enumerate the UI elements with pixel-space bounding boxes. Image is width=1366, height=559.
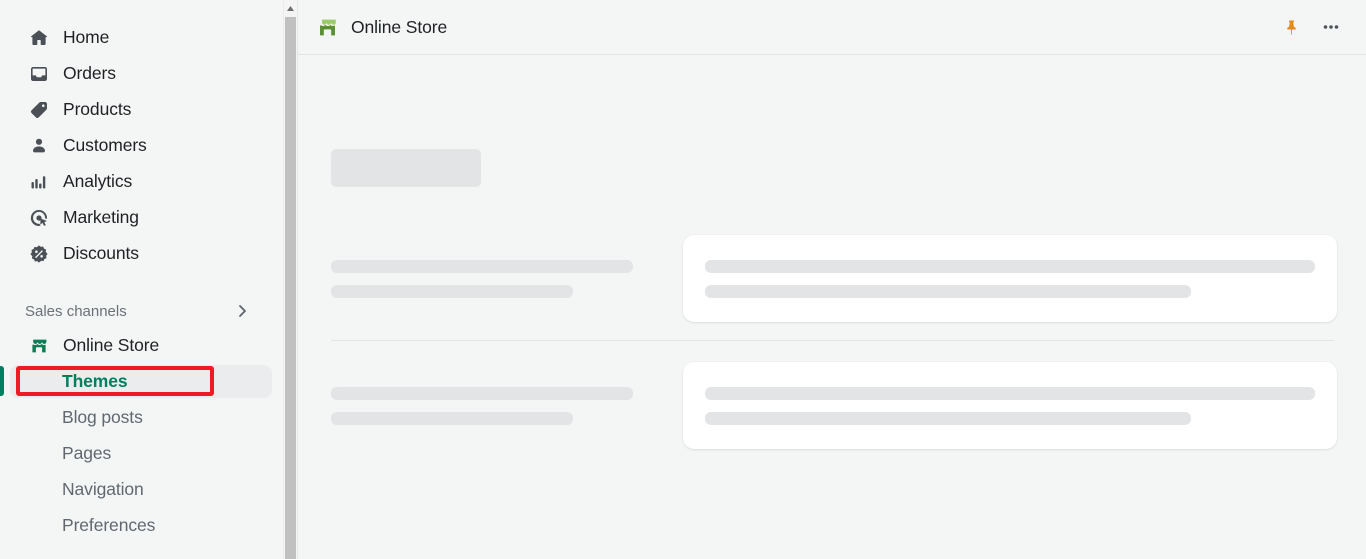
sidebar-subitem-label: Blog posts xyxy=(62,407,143,427)
content-area-loading-skeleton xyxy=(298,55,1366,559)
topbar-actions xyxy=(1276,12,1346,42)
skeleton-line xyxy=(705,412,1191,425)
customer-person-icon xyxy=(25,136,53,156)
sidebar-section-sales-channels[interactable]: Sales channels xyxy=(10,296,272,326)
sidebar-item-analytics[interactable]: Analytics xyxy=(10,165,272,198)
main-pane: Online Store xyxy=(297,0,1366,559)
sidebar-item-home[interactable]: Home xyxy=(10,21,272,54)
sidebar-scrollbar[interactable] xyxy=(283,0,296,559)
sidebar-subitem-label: Themes xyxy=(62,371,128,391)
skeleton-line xyxy=(705,285,1191,298)
sidebar-subitem-label: Pages xyxy=(62,443,112,463)
sidebar-item-label: Products xyxy=(63,99,132,119)
chevron-right-icon[interactable] xyxy=(234,303,250,319)
sidebar-item-customers[interactable]: Customers xyxy=(10,129,272,162)
sidebar-item-blog-posts[interactable]: Blog posts xyxy=(10,401,272,434)
sales-channels-label: Sales channels xyxy=(25,302,127,320)
active-item-indicator xyxy=(0,366,4,396)
sidebar-subitem-label: Navigation xyxy=(62,479,144,499)
skeleton-line xyxy=(331,412,573,425)
discount-percent-icon xyxy=(25,244,53,264)
skeleton-line xyxy=(331,285,573,298)
topbar: Online Store xyxy=(298,0,1366,55)
sidebar-item-pages[interactable]: Pages xyxy=(10,437,272,470)
sidebar: Home Orders Products Customers Analytics… xyxy=(0,0,283,559)
section-divider xyxy=(331,340,1334,341)
analytics-bars-icon xyxy=(25,172,53,192)
sidebar-item-online-store[interactable]: Online Store xyxy=(10,329,272,362)
app-root: Home Orders Products Customers Analytics… xyxy=(0,0,1366,559)
sidebar-item-label: Online Store xyxy=(63,335,160,355)
skeleton-title-block xyxy=(331,149,481,187)
more-horizontal-icon[interactable] xyxy=(1316,12,1346,42)
product-tag-icon xyxy=(25,100,53,120)
orders-inbox-icon xyxy=(25,64,53,84)
pin-icon[interactable] xyxy=(1276,12,1306,42)
sidebar-subitem-label: Preferences xyxy=(62,515,156,535)
sidebar-item-themes[interactable]: Themes xyxy=(10,365,272,398)
scrollbar-thumb[interactable] xyxy=(285,17,296,559)
sidebar-item-discounts[interactable]: Discounts xyxy=(10,237,272,270)
scroll-up-arrow-icon[interactable] xyxy=(284,0,296,17)
sidebar-item-label: Marketing xyxy=(63,207,139,227)
sidebar-item-label: Analytics xyxy=(63,171,133,191)
sidebar-item-marketing[interactable]: Marketing xyxy=(10,201,272,234)
marketing-target-icon xyxy=(25,208,53,228)
sidebar-item-label: Home xyxy=(63,27,110,47)
sidebar-item-products[interactable]: Products xyxy=(10,93,272,126)
skeleton-card xyxy=(683,362,1337,449)
skeleton-line xyxy=(705,387,1315,400)
sidebar-item-navigation[interactable]: Navigation xyxy=(10,473,272,506)
sidebar-item-orders[interactable]: Orders xyxy=(10,57,272,90)
page-title: Online Store xyxy=(351,16,448,37)
skeleton-card xyxy=(683,235,1337,322)
storefront-icon xyxy=(25,336,53,356)
home-icon xyxy=(25,28,53,48)
sidebar-item-label: Orders xyxy=(63,63,116,83)
skeleton-line xyxy=(705,260,1315,273)
storefront-icon xyxy=(316,16,339,39)
skeleton-line xyxy=(331,260,633,273)
skeleton-line xyxy=(331,387,633,400)
sidebar-item-label: Customers xyxy=(63,135,147,155)
sidebar-item-preferences[interactable]: Preferences xyxy=(10,509,272,542)
sidebar-item-label: Discounts xyxy=(63,243,139,263)
